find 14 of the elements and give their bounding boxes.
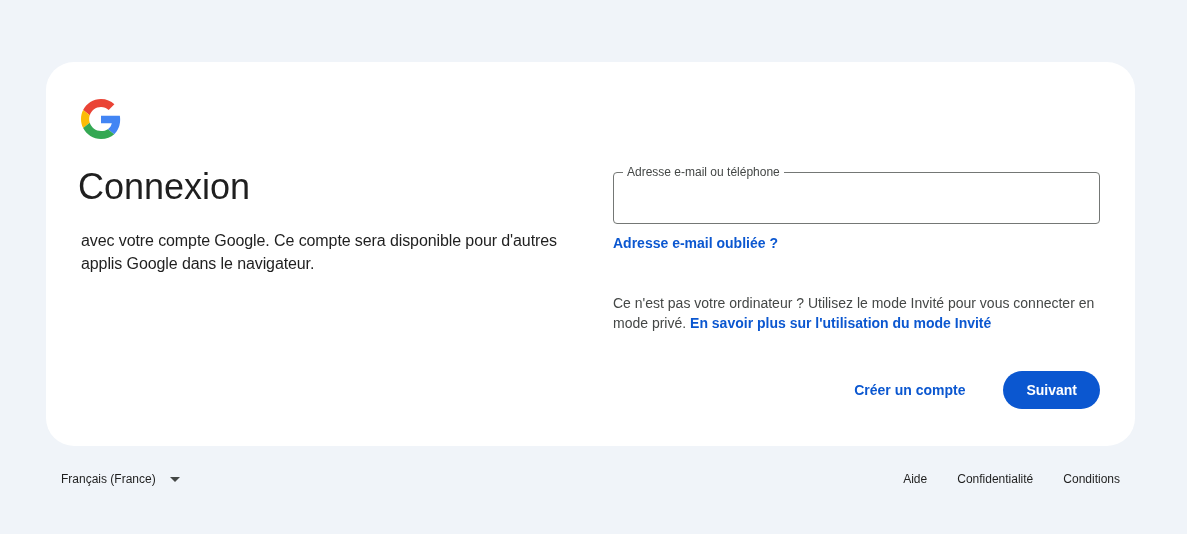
caret-icon bbox=[169, 476, 180, 482]
email-field[interactable]: Adresse e-mail ou téléphone bbox=[613, 165, 1100, 224]
subtitle: avec votre compte Google. Ce compte sera disponible pour d'autres applis Google dans le navigateur. bbox=[81, 231, 558, 274]
guest-mode-link[interactable]: En savoir plus sur l'utilisation du mode Invité bbox=[690, 315, 992, 331]
page-title: Connexion bbox=[78, 165, 251, 209]
forgot-email-link[interactable]: Adresse e-mail oubliée ? bbox=[613, 235, 778, 251]
google-logo-icon bbox=[81, 99, 121, 139]
guest-mode-note: Ce n'est pas votre ordinateur ? Utilisez le mode Invité pour vous connecter en mode privé. En savoir plus sur l'utilisation du mode Invité bbox=[613, 294, 1096, 333]
footer-link[interactable]: Aide bbox=[903, 472, 928, 486]
create-account-button[interactable]: Créer un compte bbox=[854, 372, 966, 408]
footer-link[interactable]: Confidentialité bbox=[957, 472, 1034, 486]
next-button[interactable]: Suivant bbox=[1003, 371, 1100, 409]
language-selector[interactable]: Français (France) bbox=[61, 468, 180, 490]
footer-link[interactable]: Conditions bbox=[1063, 472, 1120, 486]
